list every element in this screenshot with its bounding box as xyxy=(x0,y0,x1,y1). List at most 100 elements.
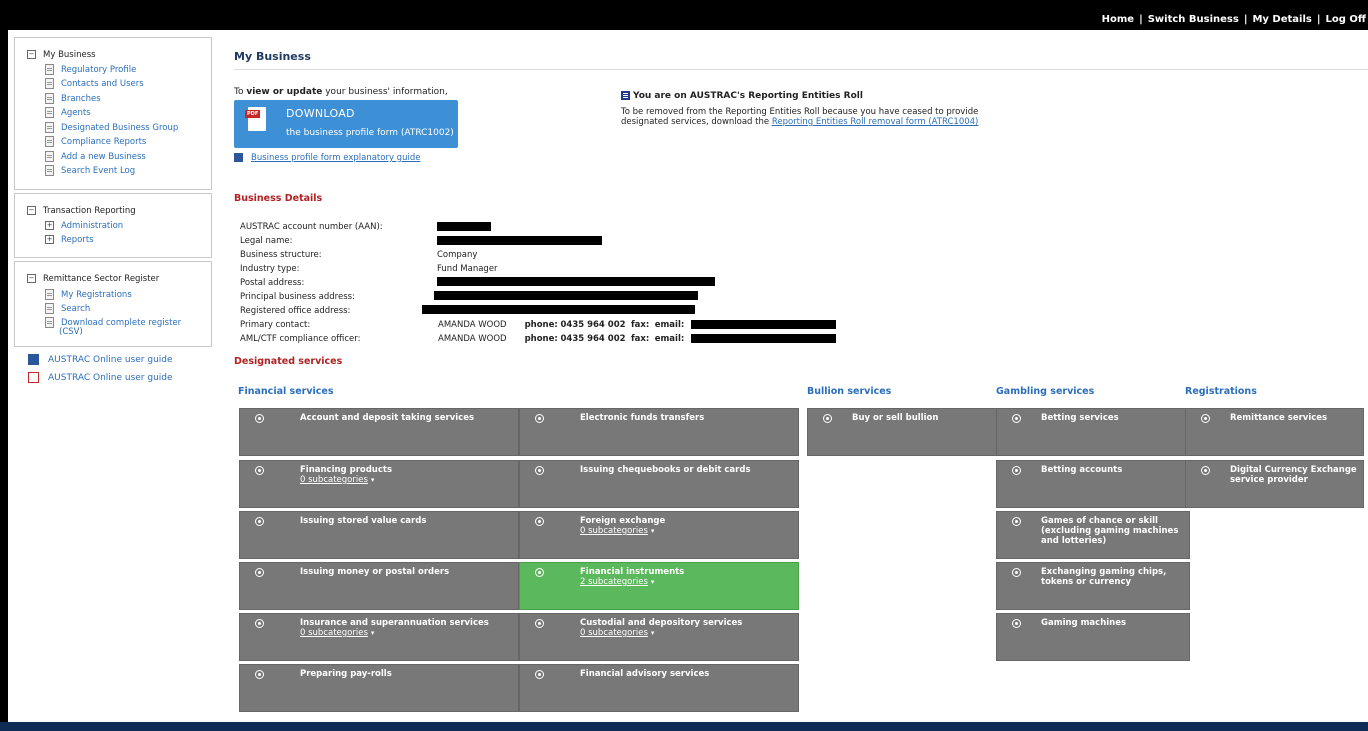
word-document-icon xyxy=(28,354,39,365)
sidebar-item-agents[interactable]: Agents xyxy=(45,107,91,118)
radio-icon xyxy=(535,414,544,423)
service-chequebooks[interactable]: Issuing chequebooks or debit cards xyxy=(519,460,799,508)
my-business-heading[interactable]: − My Business xyxy=(27,50,96,60)
radio-icon xyxy=(255,619,264,628)
service-bullion[interactable]: Buy or sell bullion xyxy=(807,408,1001,456)
service-betting[interactable]: Betting services xyxy=(996,408,1190,456)
redacted-registered-office xyxy=(422,305,695,314)
service-financial-advisory[interactable]: Financial advisory services xyxy=(519,664,799,712)
sidebar-item-download-register-csv[interactable]: (CSV) xyxy=(59,327,83,337)
radio-icon xyxy=(1201,414,1210,423)
redacted-officer-email xyxy=(691,334,836,343)
radio-icon xyxy=(535,619,544,628)
financial-services-heading: Financial services xyxy=(238,386,334,397)
collapse-icon[interactable]: − xyxy=(27,274,36,283)
document-icon xyxy=(45,136,54,147)
reporting-roll-text: To be removed from the Reporting Entitie… xyxy=(621,107,979,127)
word-document-icon xyxy=(234,153,243,162)
service-account-deposit[interactable]: Account and deposit taking services xyxy=(239,408,519,456)
radio-icon xyxy=(255,670,264,679)
document-icon xyxy=(45,93,54,104)
document-icon xyxy=(45,289,54,300)
caret-down-icon: ▾ xyxy=(650,629,655,637)
primary-contact-value: AMANDA WOOD phone: 0435 964 002 fax: emai… xyxy=(438,320,685,330)
user-guide-word-link[interactable]: AUSTRAC Online user guide xyxy=(28,354,173,365)
my-business-panel: − My Business Regulatory Profile Contacts… xyxy=(14,37,212,190)
remittance-register-heading[interactable]: − Remittance Sector Register xyxy=(27,274,159,284)
document-icon xyxy=(45,165,54,176)
subcategories-dropdown[interactable]: 0 subcategories ▾ xyxy=(580,628,654,638)
collapse-icon[interactable]: − xyxy=(27,50,36,59)
expand-icon[interactable]: + xyxy=(45,235,54,244)
roll-removal-form-link[interactable]: Reporting Entities Roll removal form (AT… xyxy=(772,117,979,127)
download-label: DOWNLOAD xyxy=(286,107,355,120)
service-insurance-superannuation[interactable]: Insurance and superannuation services 0 s… xyxy=(239,613,519,661)
legal-name-label: Legal name: xyxy=(240,236,293,246)
user-guide-pdf-link[interactable]: AUSTRAC Online user guide xyxy=(28,372,173,383)
sidebar-item-search-event-log[interactable]: Search Event Log xyxy=(45,165,135,176)
service-financing-products[interactable]: Financing products 0 subcategories ▾ xyxy=(239,460,519,508)
service-gaming-machines[interactable]: Gaming machines xyxy=(996,613,1190,661)
caret-down-icon: ▾ xyxy=(650,527,655,535)
radio-icon xyxy=(255,414,264,423)
service-betting-accounts[interactable]: Betting accounts xyxy=(996,460,1190,508)
sidebar-item-compliance-reports[interactable]: Compliance Reports xyxy=(45,136,146,147)
radio-icon xyxy=(1012,619,1021,628)
remittance-register-panel: − Remittance Sector Register My Registrat… xyxy=(14,261,212,347)
business-structure-value: Company xyxy=(437,250,478,260)
explanatory-guide-link[interactable]: Business profile form explanatory guide xyxy=(234,153,420,163)
service-foreign-exchange[interactable]: Foreign exchange 0 subcategories ▾ xyxy=(519,511,799,559)
radio-icon xyxy=(535,517,544,526)
expand-icon[interactable]: + xyxy=(45,221,54,230)
radio-icon xyxy=(255,568,264,577)
business-structure-label: Business structure: xyxy=(240,250,322,260)
sidebar-item-my-registrations[interactable]: My Registrations xyxy=(45,289,132,300)
switch-business-link[interactable]: Switch Business xyxy=(1148,14,1239,25)
sidebar-item-regulatory-profile[interactable]: Regulatory Profile xyxy=(45,64,136,75)
business-details-heading: Business Details xyxy=(234,193,323,204)
reporting-roll-title: You are on AUSTRAC's Reporting Entities … xyxy=(621,91,863,101)
service-remittance[interactable]: Remittance services xyxy=(1185,408,1364,456)
page-title: My Business xyxy=(234,50,311,63)
log-off-link[interactable]: Log Off xyxy=(1326,14,1366,25)
redacted-aan xyxy=(437,222,491,231)
redacted-postal-address xyxy=(437,277,715,286)
document-icon xyxy=(45,107,54,118)
subcategories-dropdown[interactable]: 0 subcategories ▾ xyxy=(580,526,654,536)
sidebar-item-administration[interactable]: + Administration xyxy=(45,221,123,231)
designated-services-heading: Designated services xyxy=(234,356,343,367)
registered-office-label: Registered office address: xyxy=(240,306,351,316)
subcategories-dropdown[interactable]: 0 subcategories ▾ xyxy=(300,628,374,638)
radio-icon xyxy=(535,670,544,679)
subcategories-dropdown[interactable]: 2 subcategories ▾ xyxy=(580,577,654,587)
document-icon xyxy=(45,64,54,75)
registrations-heading: Registrations xyxy=(1185,386,1257,397)
transaction-reporting-heading[interactable]: − Transaction Reporting xyxy=(27,206,136,216)
sidebar-item-designated-business-group[interactable]: Designated Business Group xyxy=(45,122,178,133)
radio-icon xyxy=(1201,466,1210,475)
service-digital-currency-exchange[interactable]: Digital Currency Exchange service provid… xyxy=(1185,460,1364,508)
download-profile-form-button[interactable]: PDF DOWNLOAD the business profile form (… xyxy=(234,100,458,148)
sidebar-item-contacts-users[interactable]: Contacts and Users xyxy=(45,78,144,89)
subcategories-dropdown[interactable]: 0 subcategories ▾ xyxy=(300,475,374,485)
compliance-officer-value: AMANDA WOOD phone: 0435 964 002 fax: emai… xyxy=(438,334,685,344)
service-pay-rolls[interactable]: Preparing pay-rolls xyxy=(239,664,519,712)
intro-text: To view or update your business' informa… xyxy=(234,87,448,97)
service-electronic-funds[interactable]: Electronic funds transfers xyxy=(519,408,799,456)
service-stored-value-cards[interactable]: Issuing stored value cards xyxy=(239,511,519,559)
service-games-chance-skill[interactable]: Games of chance or skill (excluding gami… xyxy=(996,511,1190,559)
collapse-icon[interactable]: − xyxy=(27,206,36,215)
sidebar-item-branches[interactable]: Branches xyxy=(45,93,101,104)
industry-type-label: Industry type: xyxy=(240,264,300,274)
my-details-link[interactable]: My Details xyxy=(1252,14,1311,25)
sidebar-item-add-business[interactable]: Add a new Business xyxy=(45,151,146,162)
service-custodial-depository[interactable]: Custodial and depository services 0 subca… xyxy=(519,613,799,661)
service-financial-instruments[interactable]: Financial instruments 2 subcategories ▾ xyxy=(519,562,799,610)
sidebar-item-search[interactable]: Search xyxy=(45,303,90,314)
service-money-postal-orders[interactable]: Issuing money or postal orders xyxy=(239,562,519,610)
sidebar-item-reports[interactable]: + Reports xyxy=(45,235,94,245)
radio-icon xyxy=(535,568,544,577)
service-gaming-chips[interactable]: Exchanging gaming chips, tokens or curre… xyxy=(996,562,1190,610)
radio-icon xyxy=(255,517,264,526)
home-link[interactable]: Home xyxy=(1102,14,1134,25)
